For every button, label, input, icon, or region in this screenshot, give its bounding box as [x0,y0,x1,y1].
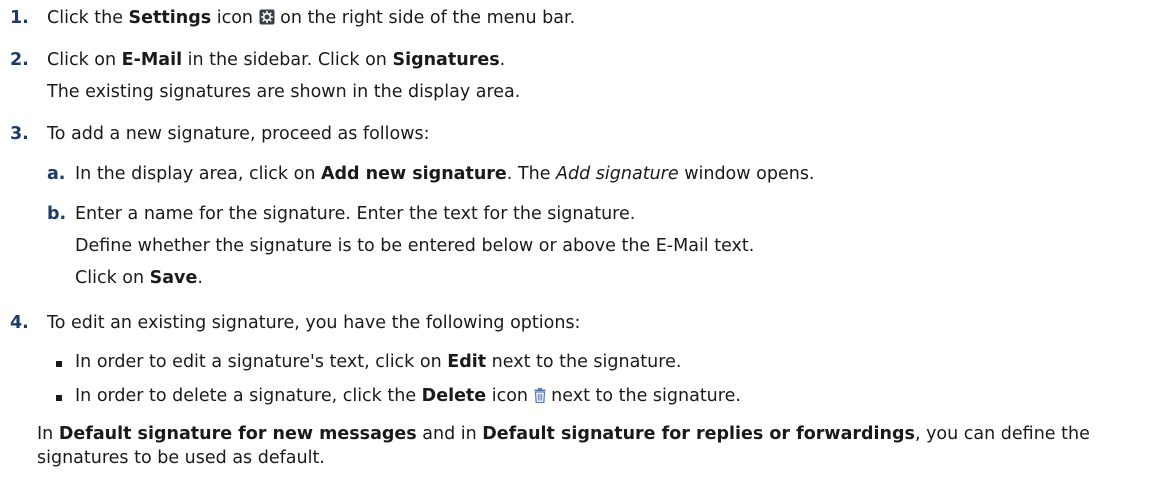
ui-term-default-replies: Default signature for replies or forward… [482,424,915,444]
text-fragment: Click the [47,8,129,28]
substep-b-line-3: Click on Save. [75,268,203,288]
bullet-delete-text: In order to delete a signature, click th… [75,386,741,408]
step-number: 3. [10,124,29,144]
step-number: 1. [10,8,29,28]
text-fragment: next to the signature. [545,386,741,406]
bullet-marker [56,361,62,367]
ui-term-delete: Delete [421,386,487,406]
text-fragment: In [37,424,59,444]
window-name: Add signature [556,164,679,184]
text-fragment: . [499,50,506,70]
text-fragment: in the sidebar. Click on [182,50,393,70]
substep-b-line-1: Enter a name for the signature. Enter th… [75,204,636,224]
trash-icon [534,388,546,408]
step-number: 2. [10,50,29,70]
text-fragment: Click on [47,50,122,70]
text-fragment: window opens. [678,164,815,184]
bullet-edit-text: In order to edit a signature's text, cli… [75,352,681,372]
text-fragment: In order to delete a signature, click th… [75,386,422,406]
text-fragment: on the right side of the menu bar. [274,8,576,28]
ui-term-settings: Settings [128,8,212,28]
step-4-text: To edit an existing signature, you have … [47,313,581,333]
substep-label: b. [47,204,67,224]
step-1-text: Click the Settings icon on the right sid… [47,8,575,30]
step-4-footer: In Default signature for new messages an… [37,422,1147,470]
text-fragment: icon [211,8,254,28]
text-fragment: next to the signature. [486,352,682,372]
substep-b-line-2: Define whether the signature is to be en… [75,236,755,256]
ui-term-default-new-messages: Default signature for new messages [58,424,417,444]
text-fragment: In the display area, click on [75,164,321,184]
ui-term-add-new-signature: Add new signature [320,164,507,184]
step-number: 4. [10,313,29,333]
text-fragment: In order to edit a signature's text, cli… [75,352,448,372]
ui-term-save: Save [149,268,198,288]
substep-label: a. [47,164,66,184]
ui-term-email: E-Mail [121,50,183,70]
substep-a-text: In the display area, click on Add new si… [75,164,815,184]
gear-icon [259,9,275,30]
step-3-text: To add a new signature, proceed as follo… [47,124,430,144]
text-fragment: . The [506,164,557,184]
bullet-marker [56,395,62,401]
step-note: The existing signatures are shown in the… [47,82,521,102]
text-fragment: Click on [75,268,150,288]
ui-term-edit: Edit [447,352,487,372]
text-fragment: icon [486,386,529,406]
text-fragment: . [197,268,203,288]
ui-term-signatures: Signatures [392,50,500,70]
text-fragment: and in [416,424,483,444]
instructions-document: 1. Click the Settings icon on the right … [0,0,1157,491]
step-2-text: Click on E-Mail in the sidebar. Click on… [47,50,505,70]
